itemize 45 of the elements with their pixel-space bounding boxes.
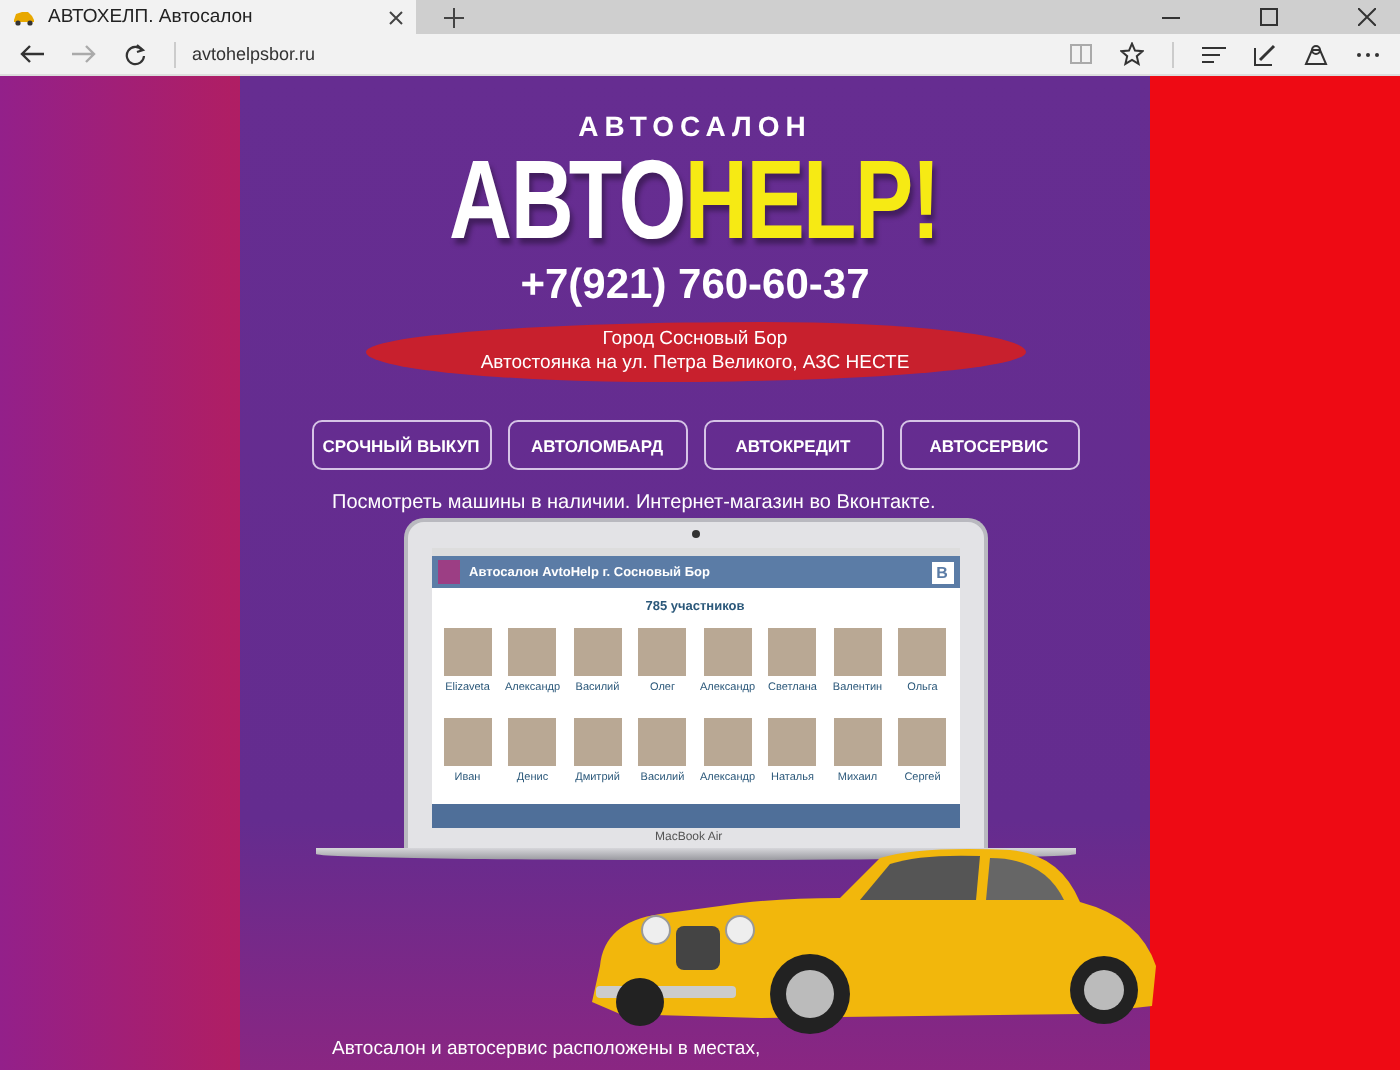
car-icon <box>12 8 36 26</box>
hub-icon[interactable] <box>1202 45 1226 63</box>
photo-placeholder <box>833 628 882 676</box>
new-tab-icon[interactable] <box>444 7 464 27</box>
url-field[interactable]: avtohelpsbor.ru <box>192 44 316 64</box>
vk-badge: В <box>931 561 953 583</box>
phone-number: +7(921) 760-60-37 <box>520 262 870 310</box>
photo-placeholder <box>573 628 622 676</box>
photo-placeholder <box>703 718 752 766</box>
nav-button[interactable]: АВТОКРЕДИТ <box>703 420 883 470</box>
nav-button[interactable]: АВТОСЕРВИС <box>899 420 1079 470</box>
close-tab-icon[interactable] <box>388 9 404 25</box>
camera-icon <box>691 530 699 538</box>
photo-placeholder <box>573 718 622 766</box>
share-icon[interactable] <box>1304 43 1328 65</box>
photo-placeholder <box>508 628 557 676</box>
close-icon[interactable] <box>1358 8 1376 26</box>
photo-placeholder <box>443 718 492 766</box>
browser-tab[interactable]: АВТОХЕЛП. Автосалон <box>0 0 416 34</box>
nav-button[interactable]: СРОЧНЫЙ ВЫКУП <box>311 420 491 470</box>
logo-subtitle: АВТОСАЛОН <box>578 110 812 142</box>
photo-placeholder <box>508 718 557 766</box>
tab-title: АВТОХЕЛП. Автосалон <box>48 6 255 28</box>
photo-placeholder <box>768 718 817 766</box>
photo-placeholder <box>898 628 947 676</box>
nav-button[interactable]: АВТОЛОМБАРД <box>507 420 687 470</box>
more-icon[interactable] <box>1356 51 1380 57</box>
photo-placeholder <box>638 718 687 766</box>
refresh-icon[interactable] <box>124 43 146 65</box>
photo-placeholder <box>638 628 687 676</box>
note-icon[interactable] <box>1254 43 1276 65</box>
photo-placeholder <box>443 628 492 676</box>
photo-placeholder <box>768 628 817 676</box>
back-icon[interactable] <box>20 44 44 64</box>
footer-text: Автосалон и автосервис расположены в местах, <box>332 1038 761 1060</box>
site-logo: АВТОHELP! <box>450 146 940 254</box>
maximize-icon[interactable] <box>1260 8 1278 26</box>
group-avatar <box>437 560 459 584</box>
star-icon[interactable] <box>1120 42 1144 66</box>
address-line: Автостоянка на ул. Петра Великого, АЗС НЕСТЕ <box>480 352 910 376</box>
shop-link[interactable]: Посмотреть машины в наличии. Интернет-магазин во Вконтакте. <box>332 492 936 514</box>
photo-placeholder <box>703 628 752 676</box>
photo-placeholder <box>898 718 947 766</box>
photo-placeholder <box>833 718 882 766</box>
address-line: Город Сосновый Бор <box>602 328 788 352</box>
